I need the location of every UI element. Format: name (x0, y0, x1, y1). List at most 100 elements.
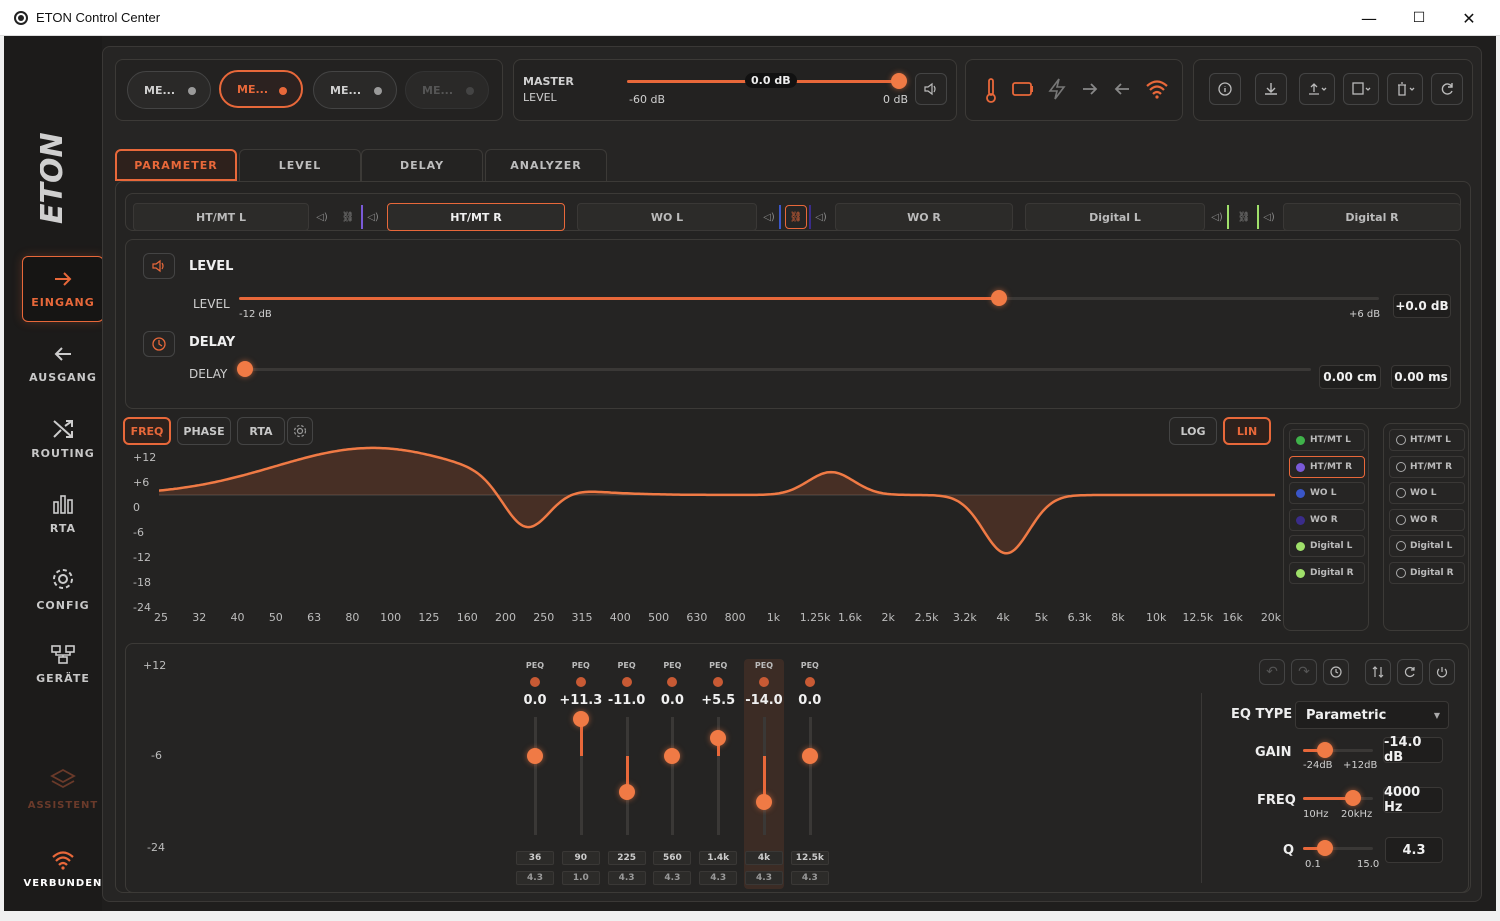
upload-button[interactable] (1299, 73, 1335, 105)
eq-band[interactable]: PEQ -11.0 225 4.3 (607, 659, 647, 889)
eq-band[interactable]: PEQ 0.0 36 4.3 (515, 659, 555, 889)
scale-log-button[interactable]: LOG (1169, 417, 1217, 445)
band-knob[interactable] (618, 784, 635, 801)
scale-lin-button[interactable]: LIN (1223, 417, 1271, 445)
info-button[interactable] (1209, 73, 1241, 105)
band-freq[interactable]: 90 (561, 851, 600, 865)
nav-rta[interactable]: RTA (22, 481, 104, 547)
band-q[interactable]: 4.3 (516, 871, 554, 885)
tab-parameter[interactable]: PARAMETER (115, 149, 237, 181)
band-q[interactable]: 4.3 (653, 871, 692, 885)
link-icon[interactable]: ⛓ (1233, 205, 1255, 229)
band-enable-dot[interactable] (804, 677, 815, 687)
channel-speaker-icon[interactable]: ◁) (759, 205, 781, 229)
legend-left-item[interactable]: WO L (1289, 482, 1365, 504)
legend-left-item[interactable]: HT/MT R (1289, 455, 1365, 478)
legend-right-item[interactable]: WO R (1389, 508, 1465, 531)
nav-routing[interactable]: ROUTING (22, 406, 104, 472)
band-enable-dot[interactable] (575, 677, 586, 687)
memory-slot-1[interactable]: ME... (127, 71, 211, 109)
band-knob[interactable] (801, 748, 818, 765)
band-knob[interactable] (710, 730, 727, 747)
eq-band[interactable]: PEQ +5.5 1.4k 4.3 (698, 659, 738, 889)
legend-right-item[interactable]: WO L (1389, 482, 1465, 504)
band-freq[interactable]: 4k (745, 851, 783, 865)
legend-right-item[interactable]: Digital R (1389, 561, 1465, 584)
tab-level[interactable]: LEVEL (239, 149, 361, 181)
band-q[interactable]: 4.3 (790, 871, 829, 885)
legend-right-item[interactable]: HT/MT R (1389, 455, 1465, 478)
tab-delay[interactable]: DELAY (361, 149, 483, 181)
channel-speaker-icon[interactable]: ◁) (311, 205, 333, 229)
link-icon[interactable]: ⛓ (337, 205, 359, 229)
reset-button[interactable] (1397, 659, 1423, 685)
nav-config[interactable]: CONFIG (22, 556, 104, 622)
band-enable-dot[interactable] (530, 677, 540, 687)
band-enable-dot[interactable] (667, 677, 678, 687)
nav-assistent[interactable]: ASSISTENT (22, 756, 104, 822)
eq-band[interactable]: PEQ -14.0 4k 4.3 (744, 659, 784, 889)
band-freq[interactable]: 36 (516, 851, 554, 865)
level-value[interactable]: +0.0 dB (1393, 294, 1451, 318)
minimize-button[interactable]: — (1344, 0, 1394, 36)
maximize-button[interactable]: ☐ (1394, 0, 1444, 36)
delay-cm-value[interactable]: 0.00 cm (1319, 365, 1381, 389)
nav-eingang[interactable]: EINGANG (22, 256, 104, 322)
link-icon-active[interactable]: ⛓ (785, 205, 807, 229)
memory-slot-3[interactable]: ME... (313, 71, 397, 109)
channel-speaker-icon[interactable]: ◁) (1207, 205, 1229, 229)
band-knob[interactable] (527, 748, 543, 765)
history-button[interactable] (1323, 659, 1349, 685)
band-freq[interactable]: 12.5k (790, 851, 829, 865)
nav-verbunden[interactable]: VERBUNDEN (22, 836, 104, 902)
eq-band[interactable]: PEQ 0.0 12.5k 4.3 (790, 659, 830, 889)
power-button[interactable] (1429, 659, 1455, 685)
delete-button[interactable] (1387, 73, 1423, 105)
swap-button[interactable] (1365, 659, 1391, 685)
delay-knob[interactable] (237, 361, 253, 377)
freq-knob[interactable] (1345, 790, 1361, 806)
redo-button[interactable]: ↷ (1291, 659, 1317, 685)
nav-geraete[interactable]: GERÄTE (22, 631, 104, 697)
channel-digital-r[interactable]: Digital R (1283, 203, 1461, 231)
legend-left-item[interactable]: Digital R (1289, 561, 1365, 584)
band-q[interactable]: 4.3 (699, 871, 738, 885)
legend-right-item[interactable]: Digital L (1389, 535, 1465, 557)
band-q[interactable]: 4.3 (745, 871, 783, 885)
channel-speaker-icon[interactable]: ◁) (361, 205, 383, 229)
q-value[interactable]: 4.3 (1385, 837, 1443, 863)
eq-band[interactable]: PEQ 0.0 560 4.3 (652, 659, 692, 889)
tab-analyzer[interactable]: ANALYZER (485, 149, 607, 181)
delay-ms-value[interactable]: 0.00 ms (1391, 365, 1451, 389)
legend-left-item[interactable]: HT/MT L (1289, 429, 1365, 451)
master-speaker-button[interactable] (915, 73, 947, 105)
eq-type-select[interactable]: Parametric ▼ (1295, 701, 1449, 729)
freq-value[interactable]: 4000 Hz (1383, 785, 1443, 815)
channel-speaker-icon[interactable]: ◁) (1257, 205, 1279, 229)
band-enable-dot[interactable] (621, 677, 632, 687)
channel-digital-l[interactable]: Digital L (1025, 203, 1205, 231)
band-knob[interactable] (572, 711, 589, 728)
memory-slot-4[interactable]: ME... (405, 71, 489, 109)
band-freq[interactable]: 1.4k (699, 851, 738, 865)
gain-knob[interactable] (1317, 742, 1333, 758)
band-knob[interactable] (664, 748, 681, 765)
graph-tab-rta[interactable]: RTA (237, 417, 285, 445)
download-button[interactable] (1255, 73, 1287, 105)
legend-left-item[interactable]: Digital L (1289, 535, 1365, 557)
channel-htmt-l[interactable]: HT/MT L (133, 203, 309, 231)
legend-left-item[interactable]: WO R (1289, 508, 1365, 531)
channel-wo-r[interactable]: WO R (835, 203, 1013, 231)
channel-speaker-icon[interactable]: ◁) (809, 205, 831, 229)
eq-band[interactable]: PEQ +11.3 90 1.0 (559, 659, 602, 889)
graph-settings-button[interactable] (287, 417, 313, 445)
band-freq[interactable]: 225 (607, 851, 646, 865)
graph-tab-freq[interactable]: FREQ (123, 417, 171, 445)
q-knob[interactable] (1317, 840, 1333, 856)
band-enable-dot[interactable] (713, 677, 724, 687)
band-q[interactable]: 1.0 (561, 871, 600, 885)
memory-slot-2[interactable]: ME... (219, 70, 303, 108)
channel-htmt-r[interactable]: HT/MT R (387, 203, 565, 231)
master-knob[interactable] (891, 73, 907, 89)
band-freq[interactable]: 560 (653, 851, 692, 865)
